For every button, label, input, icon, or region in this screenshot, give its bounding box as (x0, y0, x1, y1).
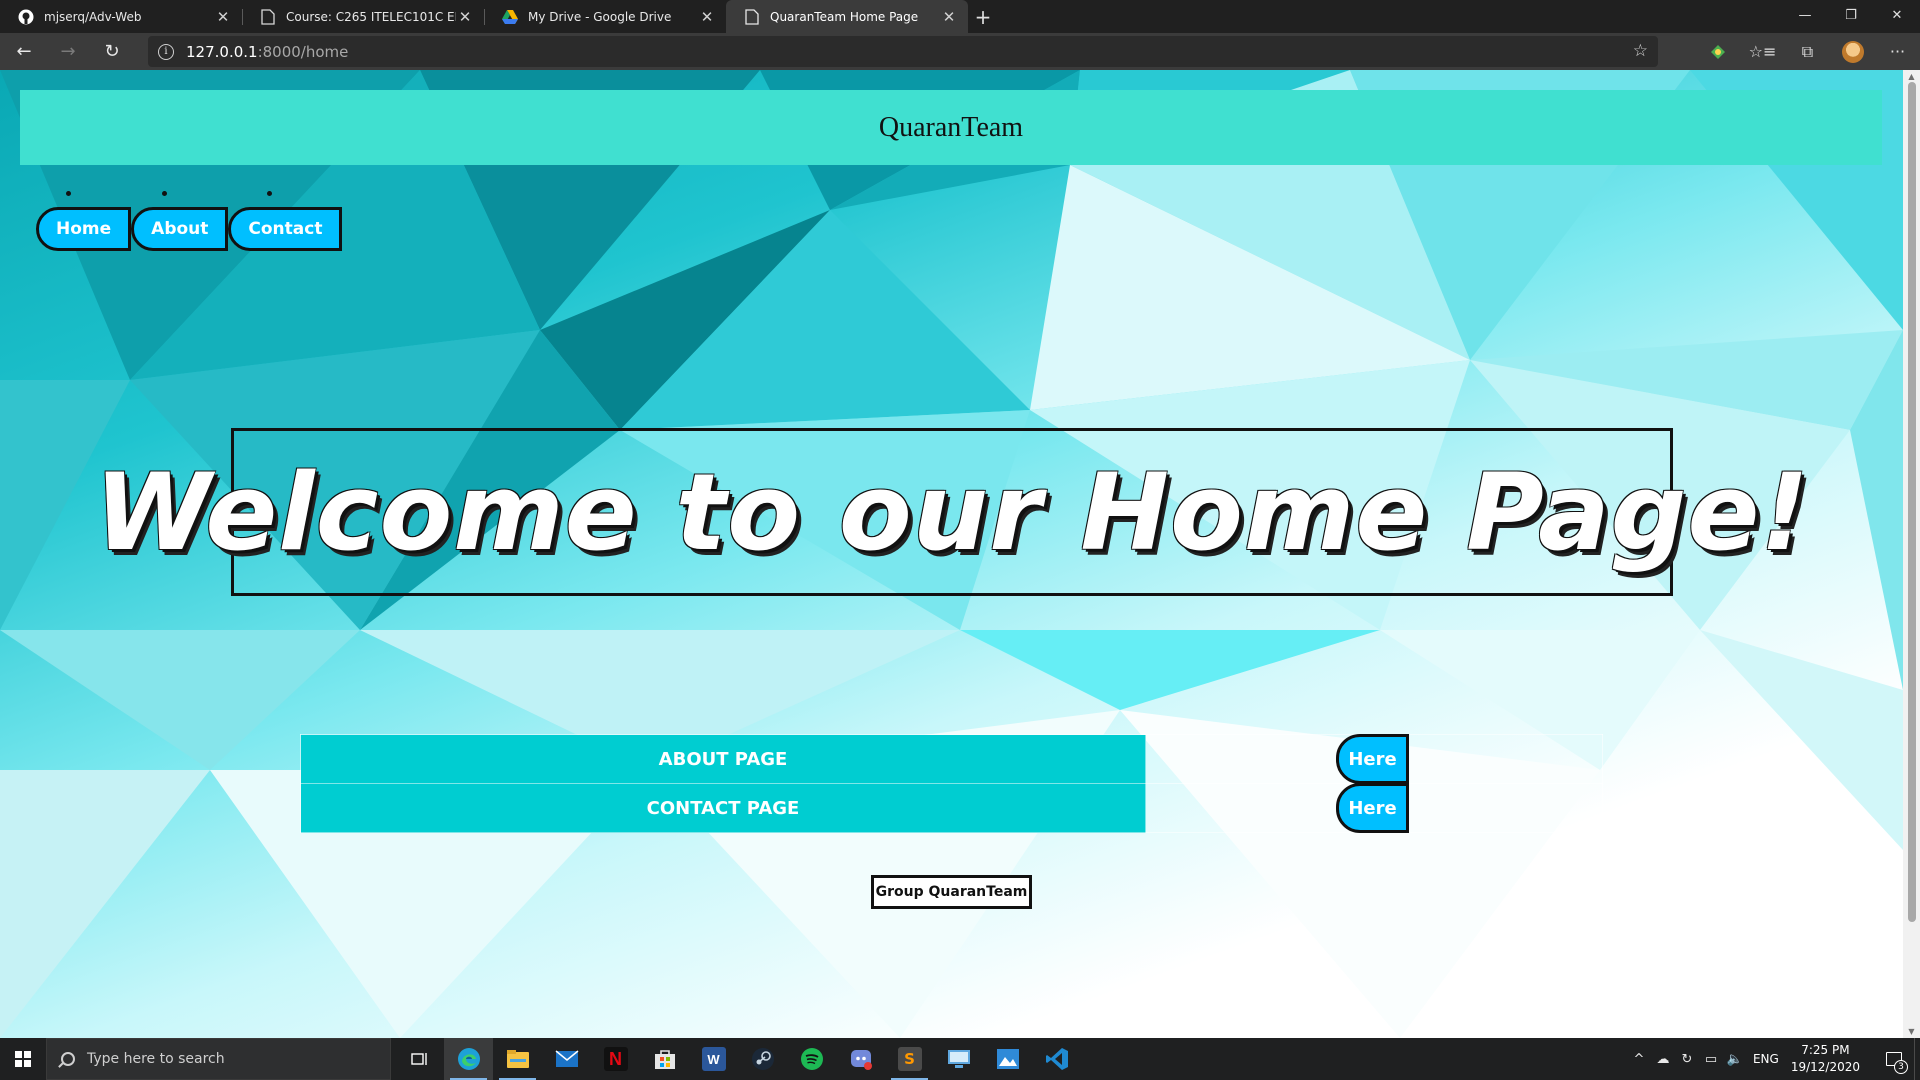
address-path: :8000/home (257, 42, 349, 61)
favorite-star-icon[interactable]: ☆ (1633, 41, 1648, 61)
tab-title: Course: C265 ITELEC101C ELECTI (286, 9, 456, 24)
language-indicator[interactable]: ENG (1753, 1052, 1779, 1066)
discord-icon[interactable] (836, 1038, 885, 1080)
close-icon[interactable]: ✕ (698, 8, 716, 26)
close-icon[interactable]: ✕ (940, 8, 958, 26)
tab-google-drive[interactable]: My Drive - Google Drive ✕ (484, 0, 726, 33)
github-icon (18, 9, 34, 25)
google-drive-icon (502, 9, 518, 25)
onedrive-icon[interactable]: ☁ (1651, 1052, 1675, 1067)
info-icon[interactable]: i (158, 43, 174, 60)
more-options-icon[interactable]: ··· (1875, 36, 1920, 68)
toolbar-icons: ☆≡ ⧉ ··· (1695, 33, 1920, 70)
page-links-table: ABOUT PAGE Here CONTACT PAGE Here (300, 734, 1603, 833)
list-bullet (161, 191, 167, 196)
about-here-button[interactable]: Here (1336, 734, 1409, 784)
nav-item-about: About (131, 191, 229, 251)
refresh-icon[interactable]: ↻ (92, 36, 132, 68)
maximize-icon[interactable]: ❐ (1828, 0, 1874, 30)
search-icon (61, 1052, 75, 1066)
about-page-label: ABOUT PAGE (300, 734, 1146, 784)
edge-icon[interactable] (444, 1038, 493, 1080)
clock-date: 19/12/2020 (1790, 1060, 1860, 1074)
table-cell: Here (1145, 734, 1603, 784)
browser-toolbar: ← → ↻ i 127.0.0.1:8000/home ☆ ☆≡ ⧉ ··· (0, 33, 1920, 70)
windows-taskbar: Type here to search N W S ^ ☁ ↻ ▭ 🔈 ENG … (0, 1038, 1920, 1080)
nav-home-button[interactable]: Home (36, 207, 132, 251)
forward-arrow-icon[interactable]: → (48, 36, 88, 68)
notifications-icon[interactable]: 3 (1874, 1038, 1914, 1080)
scroll-up-icon[interactable]: ▲ (1907, 72, 1916, 81)
table-row: CONTACT PAGE Here (300, 783, 1603, 833)
page-viewport: QuaranTeam Home About Contact Welcome to… (0, 70, 1903, 1038)
close-icon[interactable]: ✕ (214, 8, 232, 26)
nav-item-contact: Contact (228, 191, 343, 251)
page-icon (260, 8, 276, 25)
taskbar-search[interactable]: Type here to search (46, 1038, 391, 1080)
steam-icon[interactable] (738, 1038, 787, 1080)
close-icon[interactable]: ✕ (456, 8, 474, 26)
welcome-banner: Welcome to our Home Page! (94, 428, 1809, 596)
clock-time: 7:25 PM (1801, 1043, 1850, 1057)
spotify-icon[interactable] (787, 1038, 836, 1080)
notification-count: 3 (1894, 1060, 1908, 1074)
taskbar-apps: N W S (395, 1038, 1081, 1080)
site-header: QuaranTeam (20, 90, 1882, 165)
search-placeholder: Type here to search (87, 1051, 225, 1067)
table-row: ABOUT PAGE Here (300, 734, 1603, 784)
tab-quaranteam-home[interactable]: QuaranTeam Home Page ✕ (726, 0, 968, 33)
system-tray: ^ ☁ ↻ ▭ 🔈 ENG 7:25 PM 19/12/2020 3 (1627, 1038, 1920, 1080)
windows-logo-icon (15, 1051, 31, 1067)
sublime-text-icon[interactable]: S (885, 1038, 934, 1080)
mail-icon[interactable] (542, 1038, 591, 1080)
chevron-up-icon[interactable]: ^ (1627, 1052, 1651, 1067)
sync-icon[interactable]: ↻ (1675, 1052, 1699, 1067)
tab-title: My Drive - Google Drive (528, 9, 672, 24)
new-tab-button[interactable]: + (968, 0, 998, 33)
photos-icon[interactable] (983, 1038, 1032, 1080)
scroll-down-icon[interactable]: ▼ (1907, 1027, 1916, 1036)
collections-icon[interactable]: ⧉ (1785, 36, 1830, 68)
page-scrollbar[interactable]: ▲ ▼ (1903, 70, 1920, 1038)
netflix-icon[interactable]: N (591, 1038, 640, 1080)
clock[interactable]: 7:25 PM 19/12/2020 (1791, 1042, 1860, 1076)
contact-page-label: CONTACT PAGE (300, 783, 1146, 833)
minimize-icon[interactable]: — (1782, 0, 1828, 30)
scrollbar-thumb[interactable] (1908, 82, 1916, 922)
back-arrow-icon[interactable]: ← (4, 36, 44, 68)
store-icon[interactable] (640, 1038, 689, 1080)
file-explorer-icon[interactable] (493, 1038, 542, 1080)
welcome-heading: Welcome to our Home Page! (94, 450, 1810, 574)
network-icon[interactable]: ▭ (1699, 1052, 1723, 1067)
vscode-icon[interactable] (1032, 1038, 1081, 1080)
page-icon (744, 8, 760, 25)
remote-desktop-icon[interactable] (934, 1038, 983, 1080)
contact-here-button[interactable]: Here (1336, 783, 1409, 833)
extension-icon[interactable] (1695, 36, 1740, 68)
nav-contact-button[interactable]: Contact (228, 207, 343, 251)
list-bullet (65, 191, 71, 196)
tab-course[interactable]: Course: C265 ITELEC101C ELECTI ✕ (242, 0, 484, 33)
address-bar[interactable]: i 127.0.0.1:8000/home ☆ (148, 36, 1658, 67)
tab-title: mjserq/Adv-Web (44, 9, 142, 24)
tab-github[interactable]: mjserq/Adv-Web ✕ (0, 0, 242, 33)
address-host: 127.0.0.1 (186, 42, 258, 61)
volume-icon[interactable]: 🔈 (1723, 1052, 1747, 1067)
site-title: QuaranTeam (878, 111, 1024, 143)
start-button[interactable] (0, 1038, 46, 1080)
browser-tab-strip: mjserq/Adv-Web ✕ Course: C265 ITELEC101C… (0, 0, 1920, 33)
nav-item-home: Home (36, 191, 132, 251)
show-desktop-button[interactable] (1914, 1038, 1920, 1080)
nav-about-button[interactable]: About (131, 207, 229, 251)
word-icon[interactable]: W (689, 1038, 738, 1080)
task-view-icon[interactable] (395, 1038, 444, 1080)
table-cell: Here (1145, 783, 1603, 833)
tab-title: QuaranTeam Home Page (770, 9, 919, 24)
site-nav: Home About Contact (36, 191, 343, 251)
profile-avatar[interactable] (1830, 36, 1875, 68)
close-window-icon[interactable]: ✕ (1874, 0, 1920, 30)
window-controls: — ❐ ✕ (1782, 0, 1920, 30)
favorites-list-icon[interactable]: ☆≡ (1740, 36, 1785, 68)
footer-group-name: Group QuaranTeam (871, 875, 1032, 909)
